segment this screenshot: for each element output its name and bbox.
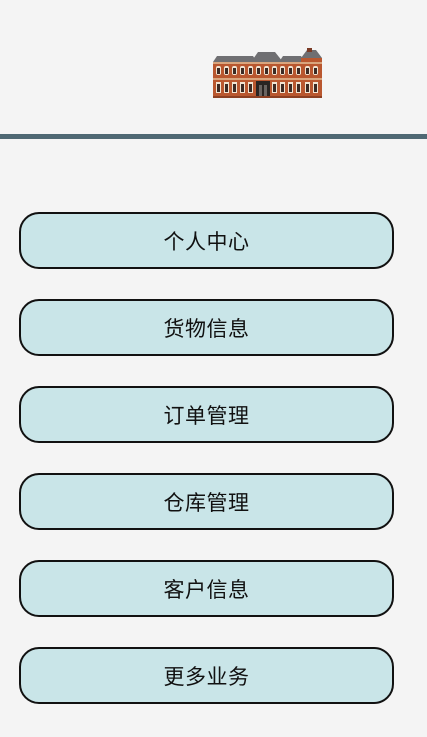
- menu-button-personal-center[interactable]: 个人中心: [19, 212, 394, 269]
- header-divider: [0, 134, 427, 139]
- main-menu: 个人中心 货物信息 订单管理 仓库管理 客户信息 更多业务: [19, 212, 394, 734]
- menu-button-warehouse-management[interactable]: 仓库管理: [19, 473, 394, 530]
- building-icon: [213, 48, 322, 98]
- menu-button-more-business[interactable]: 更多业务: [19, 647, 394, 704]
- menu-button-order-management[interactable]: 订单管理: [19, 386, 394, 443]
- app-header: [0, 0, 427, 134]
- menu-button-goods-info[interactable]: 货物信息: [19, 299, 394, 356]
- menu-button-customer-info[interactable]: 客户信息: [19, 560, 394, 617]
